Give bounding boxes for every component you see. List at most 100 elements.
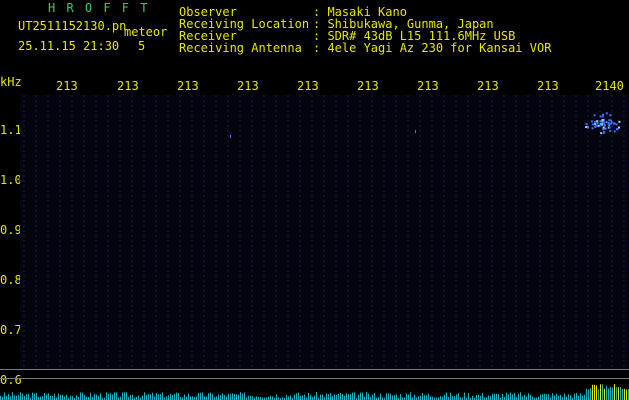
echo-pixel <box>599 115 602 118</box>
echo-pixel <box>603 131 606 134</box>
level-bar <box>502 394 503 400</box>
level-bar <box>444 394 445 400</box>
level-bar <box>332 396 333 400</box>
level-bar <box>322 394 323 400</box>
level-bar <box>76 395 77 400</box>
level-bar <box>390 393 391 400</box>
echo-pixel <box>597 124 600 127</box>
level-bar <box>64 396 65 400</box>
level-bar <box>468 393 469 400</box>
x-tick-5: 213 <box>357 79 379 93</box>
level-bar <box>234 393 235 400</box>
level-bar <box>294 394 295 400</box>
level-bar <box>622 388 623 400</box>
x-tick-3: 213 <box>237 79 259 93</box>
echo-pixel <box>609 114 612 117</box>
level-bar <box>316 392 317 400</box>
app-title: H R O F F T <box>48 1 150 15</box>
level-bar <box>302 395 303 400</box>
level-bar <box>568 394 569 400</box>
level-bar <box>290 395 291 400</box>
echo-pixel <box>616 128 619 131</box>
level-bar <box>22 393 23 400</box>
level-bar <box>566 396 567 400</box>
level-bar <box>112 394 113 400</box>
level-bar <box>44 392 45 400</box>
level-bar <box>98 396 99 400</box>
level-bar <box>602 384 603 400</box>
info-value-antenna: : 4ele Yagi Az 230 for Kansai VOR <box>313 41 552 55</box>
level-bar <box>206 396 207 400</box>
echo-pixel <box>596 122 599 125</box>
level-bar <box>426 395 427 400</box>
level-bar <box>256 396 257 400</box>
level-bar <box>210 392 211 400</box>
level-bar <box>66 394 67 400</box>
echo-pixel <box>609 130 612 133</box>
level-bar <box>20 392 21 400</box>
level-bar <box>174 393 175 400</box>
level-bar <box>156 393 157 400</box>
level-bar <box>480 395 481 400</box>
level-bar <box>286 394 287 400</box>
level-bar <box>40 396 41 400</box>
echo-pixel <box>601 115 604 118</box>
level-bar <box>386 393 387 400</box>
level-bar <box>186 396 187 400</box>
level-bar <box>6 395 7 400</box>
x-tick-7: 213 <box>477 79 499 93</box>
level-bar <box>414 394 415 400</box>
level-bar <box>336 394 337 400</box>
level-bar <box>132 394 133 400</box>
level-bar <box>396 394 397 400</box>
y-axis-unit: kHz <box>0 75 22 89</box>
level-bar <box>450 392 451 400</box>
level-bar <box>334 394 335 400</box>
level-bar <box>4 392 5 400</box>
level-bar <box>18 395 19 400</box>
level-bar <box>12 392 13 400</box>
x-tick-2: 213 <box>177 79 199 93</box>
level-bar <box>308 392 309 400</box>
level-bar <box>606 385 607 400</box>
level-bar <box>238 394 239 400</box>
level-bar <box>328 394 329 400</box>
echo-pixel <box>601 118 604 121</box>
level-bar <box>176 392 177 400</box>
level-bar <box>582 395 583 400</box>
level-bar <box>300 395 301 400</box>
level-bar <box>476 394 477 400</box>
x-tick-1: 213 <box>117 79 139 93</box>
level-bar <box>410 392 411 400</box>
level-bar <box>198 392 199 400</box>
level-bar <box>296 393 297 400</box>
level-bar <box>524 394 525 400</box>
level-bar <box>352 392 353 400</box>
level-bar <box>84 394 85 400</box>
level-bar <box>42 396 43 400</box>
level-bar <box>538 396 539 400</box>
info-label-antenna: Receiving Antenna <box>179 41 302 55</box>
level-bar <box>446 392 447 400</box>
echo-pixel <box>613 122 616 125</box>
level-bar <box>576 392 577 400</box>
level-bar <box>430 396 431 400</box>
level-bar <box>488 395 489 400</box>
echo-pixel <box>602 113 605 116</box>
level-bar <box>600 384 601 400</box>
level-bar <box>618 387 619 400</box>
spectrogram-grid <box>23 95 625 370</box>
echo-pixel <box>605 121 608 124</box>
level-bar <box>428 393 429 400</box>
level-bar <box>544 393 545 400</box>
level-bar <box>168 395 169 400</box>
tag-label: meteor <box>124 25 168 39</box>
level-bar <box>360 392 361 400</box>
echo-pixel <box>600 132 603 135</box>
echo-pixel <box>615 123 618 126</box>
level-bar <box>348 394 349 400</box>
level-bar <box>388 393 389 400</box>
echo-pixel <box>618 126 621 129</box>
level-bar <box>54 393 55 400</box>
level-bar <box>248 395 249 400</box>
